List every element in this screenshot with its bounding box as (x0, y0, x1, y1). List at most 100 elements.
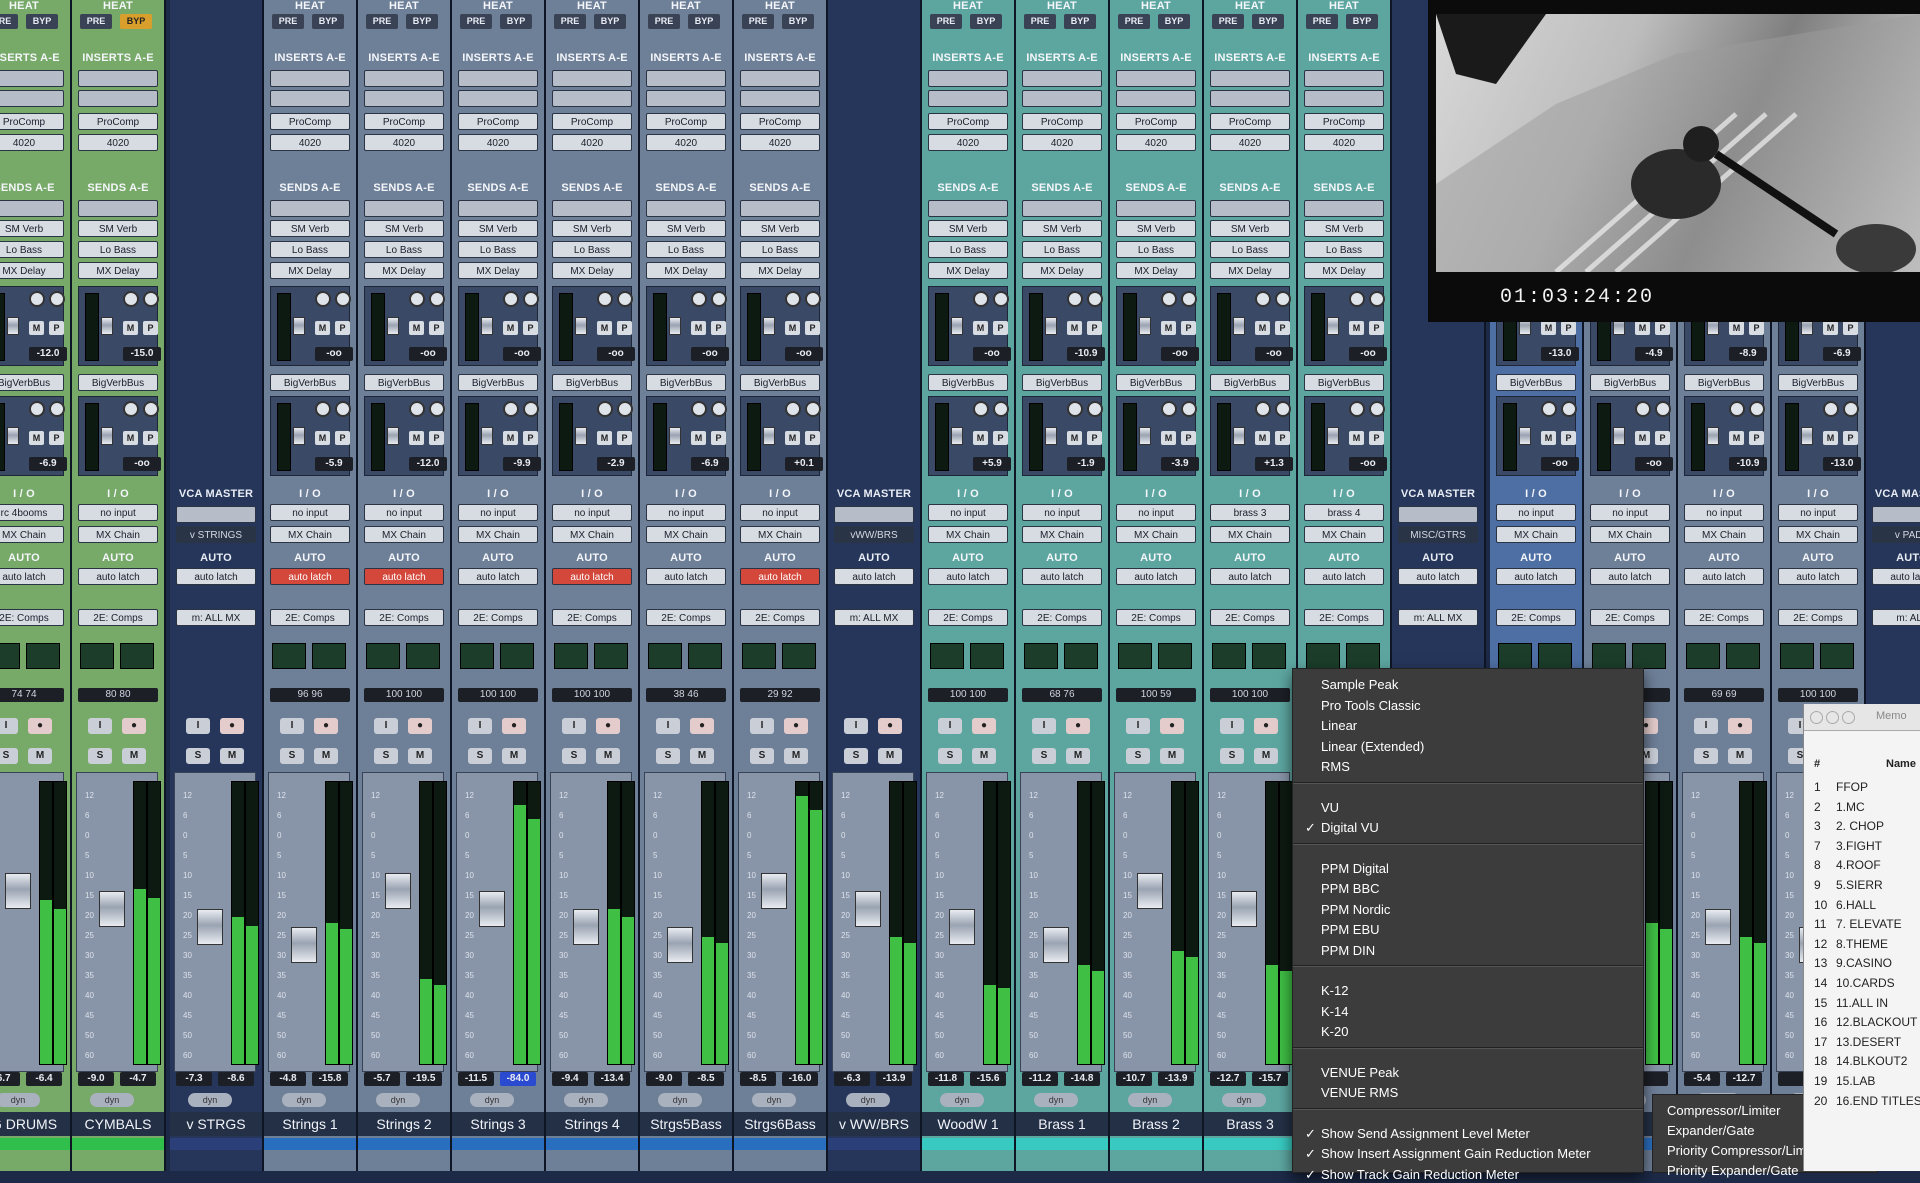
automation-mode-selector[interactable]: auto latch (834, 568, 914, 585)
send-bus-slot[interactable]: BigVerbBus (740, 374, 820, 391)
send-fader[interactable] (481, 427, 493, 445)
pan-knob-icon[interactable] (691, 291, 707, 307)
memory-location-row[interactable]: 2 1.MC (1804, 800, 1920, 819)
solo-button[interactable]: S (468, 748, 492, 764)
insert-slot[interactable] (458, 90, 538, 107)
memory-location-row[interactable]: 7 3.FIGHT (1804, 839, 1920, 858)
memory-location-row[interactable]: 17 13.DESERT (1804, 1035, 1920, 1054)
pan-knob-icon[interactable] (523, 401, 539, 417)
send-slot[interactable]: SM Verb (78, 220, 158, 237)
send-slot[interactable]: SM Verb (1116, 220, 1196, 237)
minimize-icon[interactable] (1826, 711, 1839, 724)
pre-button[interactable]: PRE (1118, 14, 1150, 29)
send-fader[interactable] (1327, 317, 1339, 335)
record-button[interactable]: ● (28, 718, 52, 734)
input-monitor-button[interactable]: I (280, 718, 304, 734)
automation-mode-selector[interactable]: auto latch (1684, 568, 1764, 585)
mute-button[interactable]: M (785, 321, 800, 335)
vca-slot[interactable] (1398, 506, 1478, 523)
volume-fader[interactable] (761, 873, 787, 909)
insert-slot[interactable]: 4020 (0, 134, 64, 151)
group-selector[interactable]: 2E: Comps (552, 609, 632, 626)
bypass-button[interactable]: BYP (1158, 14, 1190, 29)
pan-knob-icon[interactable] (1087, 291, 1103, 307)
send-fader[interactable] (101, 427, 113, 445)
pre-post-button[interactable]: P (1369, 431, 1384, 445)
mute-button[interactable]: M (878, 748, 902, 764)
insert-slot[interactable] (928, 70, 1008, 87)
insert-slot[interactable]: ProComp (1022, 113, 1102, 130)
send-fader[interactable] (293, 317, 305, 335)
volume-fader[interactable] (1137, 873, 1163, 909)
memory-location-row[interactable]: 3 2. CHOP (1804, 819, 1920, 838)
pan-knob-icon[interactable] (1843, 401, 1859, 417)
record-button[interactable]: ● (314, 718, 338, 734)
input-monitor-button[interactable]: I (656, 718, 680, 734)
input-selector[interactable]: no input (1778, 504, 1858, 521)
send-fader[interactable] (763, 427, 775, 445)
input-selector[interactable]: no input (1116, 504, 1196, 521)
vca-slot[interactable] (1872, 506, 1920, 523)
solo-button[interactable]: S (844, 748, 868, 764)
insert-slot[interactable] (740, 90, 820, 107)
send-slot[interactable]: Lo Bass (740, 241, 820, 258)
send-bus-slot[interactable]: BigVerbBus (1210, 374, 1290, 391)
send-slot[interactable]: SM Verb (458, 220, 538, 237)
pan-knob-icon[interactable] (1635, 401, 1651, 417)
pre-button[interactable]: PRE (742, 14, 774, 29)
pan-knob-icon[interactable] (49, 401, 65, 417)
insert-slot[interactable] (740, 70, 820, 87)
send-fader[interactable] (575, 427, 587, 445)
send-slot[interactable]: SM Verb (270, 220, 350, 237)
send-fader[interactable] (951, 317, 963, 335)
group-selector[interactable]: 2E: Comps (1116, 609, 1196, 626)
input-selector[interactable]: no input (458, 504, 538, 521)
pan-knob-icon[interactable] (1161, 401, 1177, 417)
pan-knob-icon[interactable] (1181, 401, 1197, 417)
group-selector[interactable]: 2E: Comps (740, 609, 820, 626)
group-selector[interactable]: 2E: Comps (1496, 609, 1576, 626)
send-slot[interactable]: Lo Bass (458, 241, 538, 258)
dynamics-button[interactable]: dyn (940, 1093, 984, 1107)
send-fader[interactable] (481, 317, 493, 335)
send-slot[interactable]: SM Verb (552, 220, 632, 237)
send-bus-slot[interactable]: BigVerbBus (1496, 374, 1576, 391)
track-name[interactable]: Strgs6Bass (734, 1112, 826, 1136)
pan-knob-icon[interactable] (1729, 401, 1745, 417)
send-slot[interactable]: SM Verb (1210, 220, 1290, 237)
pan-knob-icon[interactable] (315, 291, 331, 307)
menu-item[interactable]: Show Track Gain Reduction Meter (1305, 1167, 1519, 1183)
send-slot[interactable]: SM Verb (364, 220, 444, 237)
insert-slot[interactable] (1022, 90, 1102, 107)
insert-slot[interactable] (928, 90, 1008, 107)
name-column-header[interactable]: Name (1886, 758, 1916, 770)
output-selector[interactable]: MX Chain (78, 526, 158, 543)
insert-slot[interactable]: 4020 (552, 134, 632, 151)
pre-post-button[interactable]: P (1843, 431, 1858, 445)
pre-button[interactable]: PRE (554, 14, 586, 29)
input-selector[interactable]: no input (1590, 504, 1670, 521)
bypass-button[interactable]: BYP (688, 14, 720, 29)
solo-button[interactable]: S (374, 748, 398, 764)
mute-button[interactable]: M (1541, 321, 1556, 335)
insert-slot[interactable]: 4020 (1116, 134, 1196, 151)
pan-knob-icon[interactable] (315, 401, 331, 417)
mute-button[interactable]: M (1066, 748, 1090, 764)
insert-slot[interactable]: 4020 (364, 134, 444, 151)
dynamics-button[interactable]: dyn (1222, 1093, 1266, 1107)
send-fader[interactable] (763, 317, 775, 335)
pre-post-button[interactable]: P (143, 321, 158, 335)
pan-knob-icon[interactable] (1255, 291, 1271, 307)
solo-button[interactable]: S (938, 748, 962, 764)
pan-knob-icon[interactable] (409, 291, 425, 307)
pan-knob-icon[interactable] (143, 291, 159, 307)
insert-slot[interactable] (552, 90, 632, 107)
mute-button[interactable]: M (220, 748, 244, 764)
pan-knob-icon[interactable] (1275, 401, 1291, 417)
volume-fader[interactable] (1043, 927, 1069, 963)
record-button[interactable]: ● (1066, 718, 1090, 734)
pan-knob-icon[interactable] (1369, 291, 1385, 307)
output-selector[interactable]: MX Chain (1210, 526, 1290, 543)
submenu-item[interactable]: Expander/Gate (1667, 1123, 1754, 1138)
pre-post-button[interactable]: P (523, 321, 538, 335)
